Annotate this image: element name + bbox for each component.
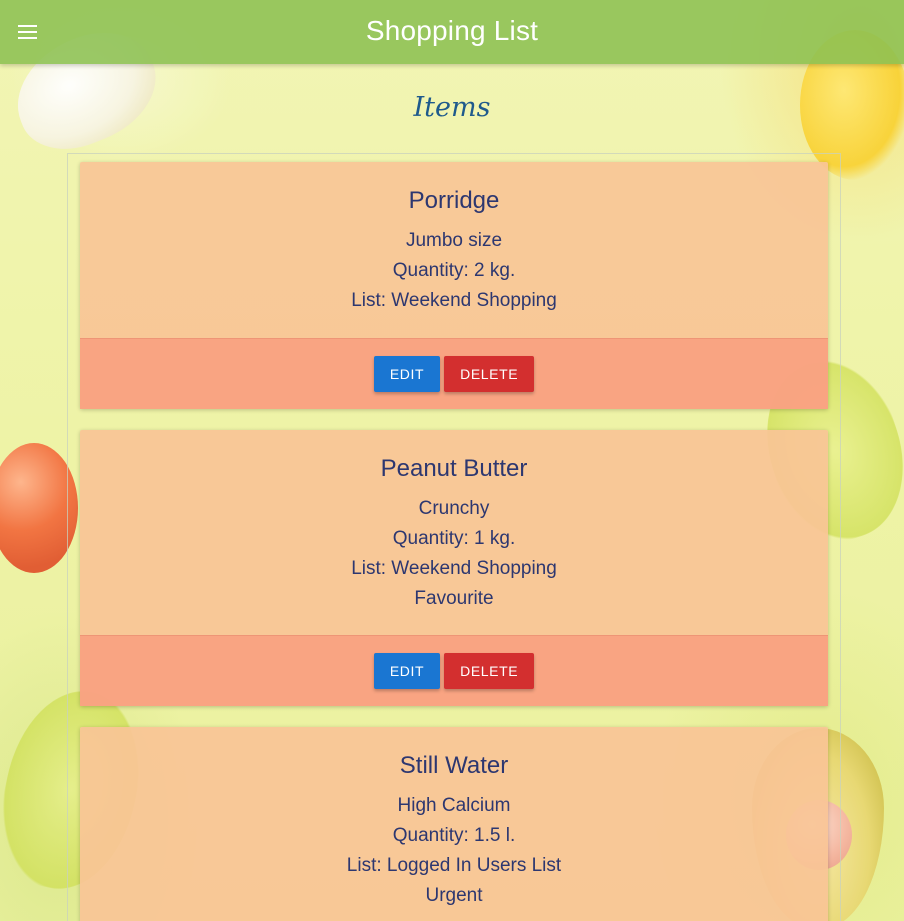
item-name: Peanut Butter bbox=[380, 455, 528, 482]
delete-button[interactable]: DELETE bbox=[444, 356, 535, 392]
item-card-actions: EDIT DELETE bbox=[80, 635, 828, 706]
item-quantity: Quantity: 1 kg. bbox=[392, 528, 516, 549]
item-list: List: Logged In Users List bbox=[346, 855, 562, 876]
delete-button[interactable]: DELETE bbox=[444, 653, 535, 689]
app-bar: Shopping List bbox=[0, 0, 904, 64]
item-card-actions: EDIT DELETE bbox=[80, 338, 828, 409]
item-card: Porridge Jumbo size Quantity: 2 kg. List… bbox=[80, 162, 828, 409]
item-description: Crunchy bbox=[418, 498, 490, 519]
app-title: Shopping List bbox=[365, 15, 539, 46]
item-list: List: Weekend Shopping bbox=[351, 558, 557, 579]
item-name: Still Water bbox=[399, 752, 509, 779]
item-description: Jumbo size bbox=[405, 230, 503, 251]
item-list: List: Weekend Shopping bbox=[351, 290, 557, 311]
page-title: Items bbox=[413, 92, 491, 123]
item-card-content: Peanut Butter Crunchy Quantity: 1 kg. Li… bbox=[80, 430, 828, 614]
items-list: Porridge Jumbo size Quantity: 2 kg. List… bbox=[67, 153, 841, 921]
item-name: Porridge bbox=[408, 187, 500, 214]
item-card-content: Porridge Jumbo size Quantity: 2 kg. List… bbox=[80, 162, 828, 316]
item-description: High Calcium bbox=[397, 795, 511, 816]
item-quantity: Quantity: 1.5 l. bbox=[392, 825, 516, 846]
item-card: Still Water High Calcium Quantity: 1.5 l… bbox=[80, 727, 828, 921]
item-tag: Favourite bbox=[414, 588, 494, 609]
edit-button[interactable]: EDIT bbox=[373, 653, 441, 689]
item-tag: Urgent bbox=[425, 885, 483, 906]
item-card: Peanut Butter Crunchy Quantity: 1 kg. Li… bbox=[80, 430, 828, 706]
item-card-content: Still Water High Calcium Quantity: 1.5 l… bbox=[80, 727, 828, 911]
edit-button[interactable]: EDIT bbox=[373, 356, 441, 392]
item-quantity: Quantity: 2 kg. bbox=[392, 260, 516, 281]
